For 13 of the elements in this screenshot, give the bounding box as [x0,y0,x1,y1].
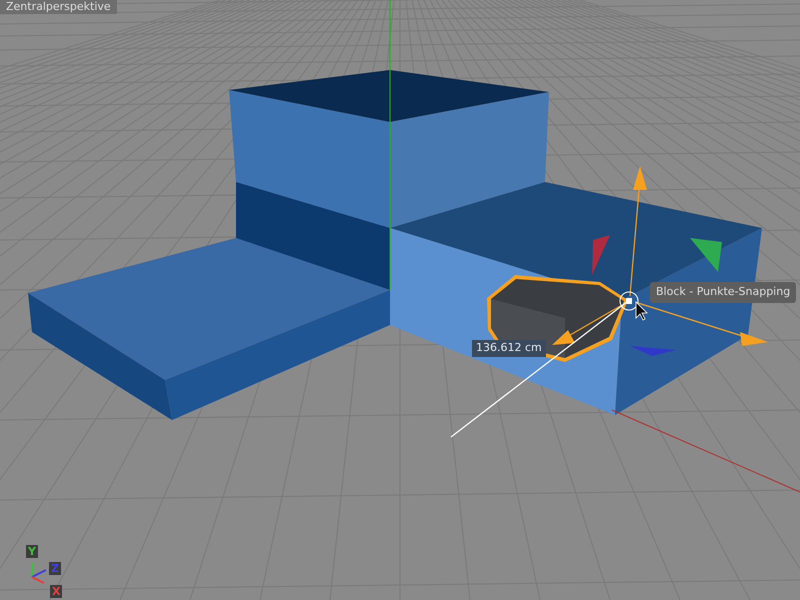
rotation-handle-icon[interactable] [630,346,676,356]
axis-label: X [50,585,62,598]
axis-arrow[interactable] [552,304,622,345]
axis-label: Z [49,562,61,575]
snap-point-icon [620,292,638,310]
snapping-tooltip: Block - Punkte-Snapping [650,282,796,302]
axis-arrow[interactable] [629,166,647,296]
rotation-handle-icon[interactable] [690,238,722,272]
cursor-icon [636,301,648,321]
distance-label: 136.612 cm [472,340,546,356]
viewport-title: Zentralperspektive [0,0,117,14]
rotation-handle-icon[interactable] [592,235,610,275]
axis-label: Y [26,545,38,558]
